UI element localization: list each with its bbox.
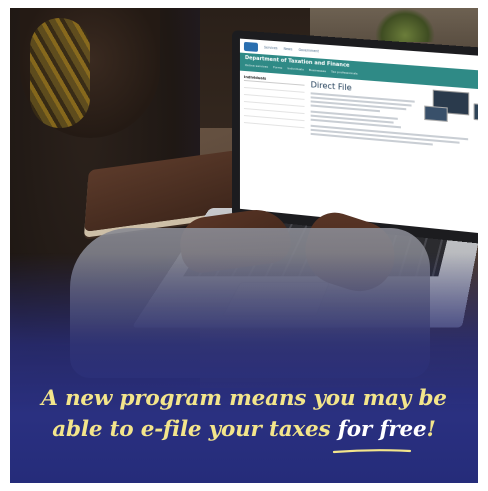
devices-illustration — [424, 89, 478, 129]
nav-item: Individuals — [287, 66, 304, 72]
nav-item: Businesses — [308, 67, 326, 74]
top-link: Services — [264, 45, 278, 51]
nav-item: Tax professionals — [331, 69, 358, 76]
top-link: News — [283, 46, 293, 52]
phone-icon — [473, 103, 478, 121]
photo-frame: Services News Government Department of T… — [10, 8, 478, 483]
patterned-headwrap — [30, 18, 90, 128]
emphasis-underline — [332, 449, 412, 454]
plant — [375, 8, 435, 42]
nav-item: Forms — [273, 65, 283, 70]
site-sidebar: Individuals — [243, 74, 305, 136]
nav-item: Online services — [244, 62, 268, 69]
caption-exclamation: ! — [426, 417, 436, 442]
caption-line-1: A new program means you may be — [41, 386, 447, 411]
promo-caption: A new program means you may be able to e… — [10, 383, 478, 445]
website-display: Services News Government Department of T… — [239, 38, 478, 235]
laptop-icon — [424, 105, 448, 122]
caption-line-2-text: able to e-file your taxes — [52, 417, 338, 442]
caption-emphasis: for free — [337, 417, 427, 442]
caption-line-2: able to e-file your taxes for free! — [10, 414, 478, 445]
top-link: Government — [298, 47, 319, 54]
state-logo-icon — [243, 41, 258, 52]
